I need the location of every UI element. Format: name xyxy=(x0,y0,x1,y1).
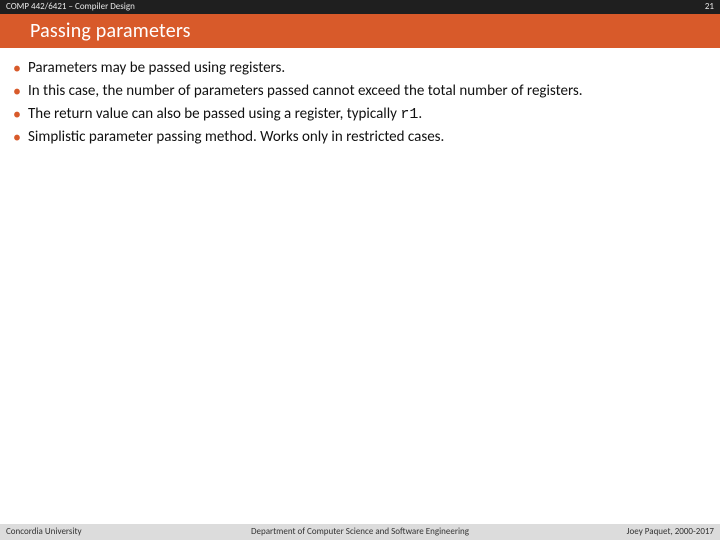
bullet-item: • Simplistic parameter passing method. W… xyxy=(10,127,710,148)
footer-right: Joey Paquet, 2000-2017 xyxy=(627,524,714,540)
bullet-marker: • xyxy=(10,104,24,125)
slide: COMP 442/6421 – Compiler Design 21 Passi… xyxy=(0,0,720,540)
footer-center: Department of Computer Science and Softw… xyxy=(0,524,720,540)
content-area: • Parameters may be passed using registe… xyxy=(10,58,710,150)
bullet-text: In this case, the number of parameters p… xyxy=(28,81,710,102)
slide-title: Passing parameters xyxy=(30,19,191,43)
bullet-text: Simplistic parameter passing method. Wor… xyxy=(28,127,710,148)
bullet-marker: • xyxy=(10,58,24,79)
footer-left: Concordia University xyxy=(6,524,82,540)
bullet-item: • In this case, the number of parameters… xyxy=(10,81,710,102)
bullet-text: Parameters may be passed using registers… xyxy=(28,58,710,79)
top-bar: COMP 442/6421 – Compiler Design 21 xyxy=(0,0,720,14)
footer-bar: Concordia University Department of Compu… xyxy=(0,524,720,540)
bullet-item: • Parameters may be passed using registe… xyxy=(10,58,710,79)
bullet-item: • The return value can also be passed us… xyxy=(10,104,710,125)
slide-number: 21 xyxy=(705,0,714,14)
bullet-text: The return value can also be passed usin… xyxy=(28,104,710,125)
course-label: COMP 442/6421 – Compiler Design xyxy=(6,0,135,14)
bullet-marker: • xyxy=(10,81,24,102)
bullet-marker: • xyxy=(10,127,24,148)
slide-title-bar: Passing parameters xyxy=(0,14,720,48)
